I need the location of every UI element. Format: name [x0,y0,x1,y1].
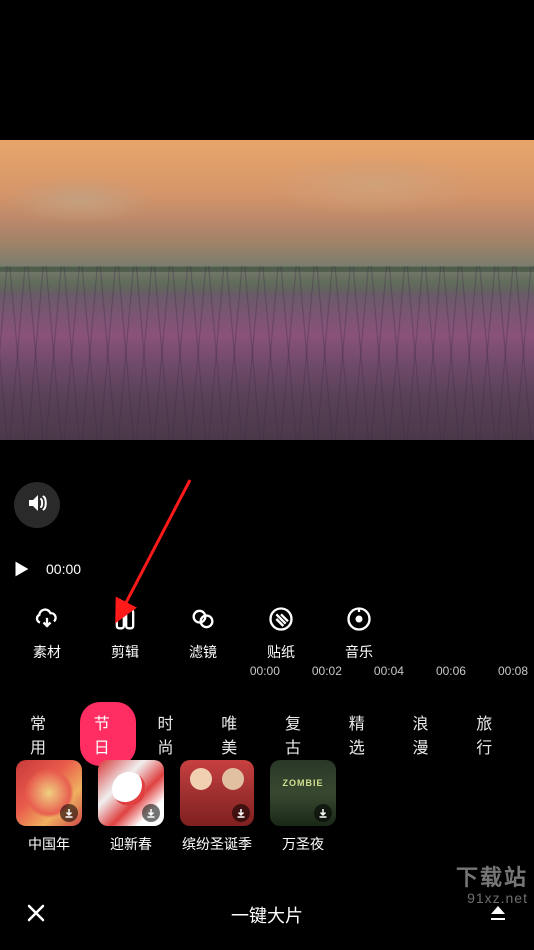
template-label: 缤纷圣诞季 [182,834,252,854]
tab-romance[interactable]: 浪漫 [399,702,455,766]
panel-title: 一键大片 [231,902,303,928]
template-item[interactable]: 缤纷圣诞季 [180,760,254,854]
tab-travel[interactable]: 旅行 [462,702,518,766]
tab-fashion[interactable]: 时尚 [144,702,200,766]
timeline-mark: 00:04 [374,664,404,678]
tool-music[interactable]: 音乐 [320,598,398,662]
cloud-download-icon [32,604,62,634]
play-button[interactable] [10,558,32,580]
timeline-mark: 00:08 [498,664,528,678]
tool-label: 剪辑 [111,642,139,662]
tab-featured[interactable]: 精选 [335,702,391,766]
tool-label: 音乐 [345,642,373,662]
template-thumbnail [180,760,254,826]
template-item[interactable]: 万圣夜 [270,760,336,854]
download-icon [142,804,160,822]
template-item[interactable]: 迎新春 [98,760,164,854]
tab-holiday[interactable]: 节日 [80,702,136,766]
tool-label: 素材 [33,642,61,662]
template-item[interactable]: 中国年 [16,760,82,854]
template-thumbnail [270,760,336,826]
template-category-tabs: 常用 节日 时尚 唯美 复古 精选 浪漫 旅行 [0,702,534,766]
template-list: 中国年 迎新春 缤纷圣诞季 万圣夜 [16,760,336,854]
editor-toolbar: 素材 剪辑 滤镜 贴纸 [0,598,534,662]
download-icon [60,804,78,822]
tab-beauty[interactable]: 唯美 [207,702,263,766]
bottom-bar: 一键大片 [0,880,534,950]
watermark-line: 91xz.net [456,891,528,906]
template-label: 迎新春 [110,834,152,854]
timeline-mark: 00:02 [312,664,342,678]
site-watermark: 下载站 91xz.net [456,866,528,906]
download-icon [232,804,250,822]
tool-sticker[interactable]: 贴纸 [242,598,320,662]
template-label: 中国年 [28,834,70,854]
video-preview[interactable] [0,140,534,440]
download-icon [314,804,332,822]
sound-toggle-button[interactable] [14,482,60,528]
tool-edit[interactable]: 剪辑 [86,598,164,662]
tool-label: 贴纸 [267,642,295,662]
timeline-mark: 00:06 [436,664,466,678]
template-label: 万圣夜 [282,834,324,854]
timeline-mark: 00:00 [250,664,280,678]
watermark-line: 下载站 [456,866,528,890]
tool-material[interactable]: 素材 [8,598,86,662]
speaker-icon [25,491,49,520]
template-thumbnail [98,760,164,826]
tab-common[interactable]: 常用 [16,702,72,766]
tool-filter[interactable]: 滤镜 [164,598,242,662]
filter-circles-icon [188,604,218,634]
tool-label: 滤镜 [189,642,217,662]
clip-edit-icon [110,604,140,634]
music-disc-icon [344,604,374,634]
sticker-icon [266,604,296,634]
template-thumbnail [16,760,82,826]
close-button[interactable] [24,901,48,930]
current-time-label: 00:00 [46,561,81,577]
timeline-ruler[interactable]: 00:00 00:02 00:04 00:06 00:08 [250,664,528,678]
tab-retro[interactable]: 复古 [271,702,327,766]
